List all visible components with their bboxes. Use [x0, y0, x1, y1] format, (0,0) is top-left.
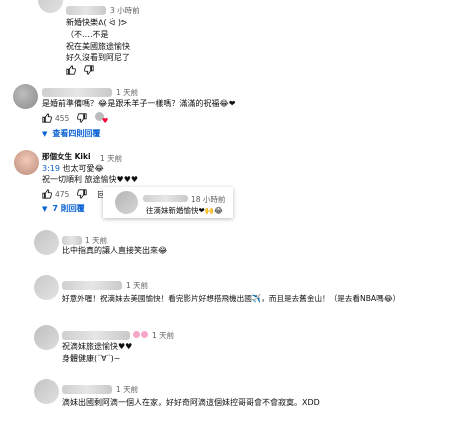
comment-time[interactable]: 1 天前	[116, 384, 138, 395]
thumbs-up-icon[interactable]	[66, 65, 76, 75]
comment-text-line: （不….不是	[66, 30, 109, 39]
view-replies-label: 查看四則回覆	[52, 129, 101, 138]
avatar[interactable]	[13, 84, 38, 109]
author-name-blurred[interactable]	[62, 385, 112, 394]
comment-time[interactable]: 1 天前	[116, 87, 138, 98]
comment-text-line: 身體健康(¨∀¨)~	[62, 354, 121, 363]
comment-actions: 475 回覆	[42, 188, 112, 200]
comment-actions	[66, 64, 94, 76]
view-replies-button[interactable]: ▼ 7 則回覆	[42, 203, 85, 214]
author-name-blurred[interactable]	[62, 331, 130, 340]
comment-text-line: 好久沒看到阿尼了	[66, 53, 130, 62]
comment-time[interactable]: 1 天前	[126, 280, 148, 291]
comment-text-line: 比中指真的讓人直接笑出來😂	[62, 246, 168, 255]
view-replies-label: 7 則回覆	[52, 204, 85, 213]
like-count: 475	[55, 189, 70, 199]
avatar[interactable]	[34, 379, 59, 404]
chevron-down-icon: ▼	[42, 204, 48, 213]
comment-text-line: 是婚前準備嗎？😂是跟禾羊子一樣嗎？滿滿的祝福😂❤	[42, 99, 236, 108]
thumbs-up-icon[interactable]	[42, 113, 52, 123]
view-replies-button[interactable]: ▼ 查看四則回覆	[42, 128, 100, 139]
avatar[interactable]	[38, 0, 63, 13]
comment-actions: 455 ♥	[42, 112, 108, 125]
comment-text-line: 祝滴妹旅途愉快♥♥	[62, 342, 133, 351]
thumbs-down-icon[interactable]	[84, 65, 94, 75]
like-count: 455	[55, 113, 70, 123]
creator-heart-icon: ♥	[95, 112, 108, 125]
thumbs-down-icon[interactable]	[77, 113, 87, 123]
thumbs-up-icon[interactable]	[42, 189, 52, 199]
thumbs-down-icon[interactable]	[77, 189, 87, 199]
comment-time[interactable]: 18 小時前	[191, 194, 225, 205]
comment-text-line: 祝一切順利 旅途愉快♥♥♥	[42, 175, 139, 184]
comment-4-card: 18 小時前 往滴妹新婚愉快❤🙌😂	[103, 187, 233, 218]
avatar[interactable]	[34, 230, 59, 255]
badge-icon	[133, 331, 140, 338]
avatar[interactable]	[115, 191, 138, 214]
author-name-blurred[interactable]	[42, 88, 112, 97]
comment-time[interactable]: 1 天前	[152, 330, 174, 341]
author-name-blurred[interactable]	[143, 195, 188, 202]
timestamp-link[interactable]: 3:19	[42, 164, 60, 173]
author-name-blurred[interactable]	[62, 281, 122, 290]
comment-text-line: 好意外喔！祝滴妹去美國愉快！看完影片好想搭飛機出國✈️，而且是去舊金山！（是去看…	[62, 294, 401, 303]
comment-time[interactable]: 3 小時前	[110, 5, 140, 16]
author-name[interactable]: 那個女生 Kiki	[42, 151, 91, 163]
comment-text-segment: 也太可愛😂	[59, 164, 104, 173]
author-name-blurred[interactable]	[66, 6, 106, 15]
avatar[interactable]	[34, 325, 59, 350]
badge-icon	[141, 331, 148, 338]
author-name-blurred[interactable]	[62, 236, 82, 245]
avatar[interactable]	[14, 150, 39, 175]
comment-text-line: 新婚快樂ᕕ( ᐛ )ᕗ	[66, 18, 127, 27]
chevron-down-icon: ▼	[42, 129, 48, 138]
comment-text-line: 滴妹出國剩阿滴一個人在家，好好奇阿滴這個妹控哥哥會不會寂寞。XDD	[62, 398, 320, 407]
comment-text-line: 往滴妹新婚愉快❤🙌😂	[146, 206, 223, 215]
avatar[interactable]	[34, 275, 59, 300]
